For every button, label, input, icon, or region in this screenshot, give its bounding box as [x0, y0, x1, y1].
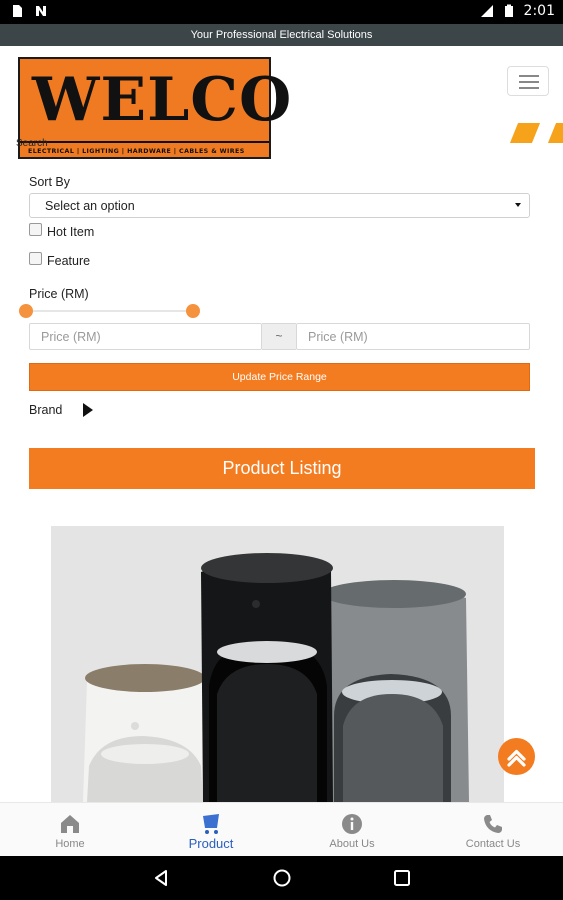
status-time: 2:01: [523, 3, 555, 19]
signal-lte-icon: [480, 5, 493, 17]
nav-contact-us-label: Contact Us: [465, 838, 521, 850]
nav-home-label: Home: [55, 838, 85, 850]
battery-icon: [504, 4, 513, 17]
sd-card-icon: [13, 5, 22, 17]
system-navigation-bar: [0, 856, 563, 900]
product-photo-illustration: [51, 526, 504, 802]
feature-label[interactable]: Feature: [47, 254, 90, 268]
sort-select[interactable]: Select an option: [29, 193, 530, 218]
price-slider-min-handle[interactable]: [19, 304, 33, 318]
price-min-input[interactable]: Price (RM): [29, 323, 262, 350]
n-notification-icon: [36, 6, 46, 16]
hamburger-icon-line: [519, 81, 539, 83]
price-max-placeholder: Price (RM): [308, 330, 368, 344]
phone-icon: [484, 815, 502, 833]
hamburger-icon-line: [519, 87, 539, 89]
price-slider-max-handle[interactable]: [186, 304, 200, 318]
back-icon[interactable]: [151, 868, 171, 888]
sort-select-value: Select an option: [45, 199, 135, 213]
chevron-down-icon: [515, 203, 521, 207]
nav-product[interactable]: Product: [141, 803, 281, 857]
search-label[interactable]: Search: [16, 138, 48, 149]
nav-about-us-label: About Us: [329, 838, 375, 850]
price-range-separator: ~: [262, 323, 296, 350]
site-logo[interactable]: WELCO ELECTRICAL | LIGHTING | HARDWARE |…: [18, 57, 293, 159]
nav-home[interactable]: Home: [0, 803, 140, 857]
expand-arrow-icon[interactable]: [83, 403, 93, 417]
feature-checkbox[interactable]: [29, 252, 42, 265]
price-max-input[interactable]: Price (RM): [296, 323, 530, 350]
nav-product-label: Product: [188, 836, 234, 851]
scroll-to-top-button[interactable]: [498, 738, 535, 775]
brand-label[interactable]: Brand: [29, 403, 62, 417]
product-cart-icon: [203, 814, 219, 834]
chevron-up-icon: [507, 749, 526, 767]
hot-item-checkbox[interactable]: [29, 223, 42, 236]
home-icon: [61, 815, 79, 833]
hot-item-label[interactable]: Hot Item: [47, 225, 94, 239]
logo-divider: [20, 141, 269, 143]
info-icon: [342, 814, 362, 834]
price-slider-track[interactable]: [26, 310, 194, 312]
price-min-placeholder: Price (RM): [41, 330, 101, 344]
menu-button[interactable]: [507, 66, 549, 96]
nav-contact-us[interactable]: Contact Us: [423, 803, 563, 857]
logo-subtitle: ELECTRICAL | LIGHTING | HARDWARE | CABLE…: [28, 148, 245, 155]
decorative-stripe: [509, 123, 541, 143]
home-circle-icon[interactable]: [272, 868, 292, 888]
nav-about-us[interactable]: About Us: [282, 803, 422, 857]
app-root: 2:01 Your Professional Electrical Soluti…: [0, 0, 563, 900]
hamburger-icon: [519, 75, 539, 77]
update-price-range-button[interactable]: Update Price Range: [29, 363, 530, 391]
product-listing-header: Product Listing: [29, 448, 535, 489]
price-label: Price (RM): [29, 287, 89, 301]
sort-by-label: Sort By: [29, 175, 70, 189]
status-bar: 2:01: [0, 0, 563, 24]
bottom-navigation: Home Product About Us Contact Us: [0, 802, 563, 856]
logo-wordmark: WELCO: [32, 65, 293, 135]
product-image[interactable]: [51, 526, 504, 802]
recents-icon[interactable]: [392, 868, 412, 888]
decorative-stripe: [547, 123, 563, 143]
site-tagline: Your Professional Electrical Solutions: [0, 24, 563, 46]
